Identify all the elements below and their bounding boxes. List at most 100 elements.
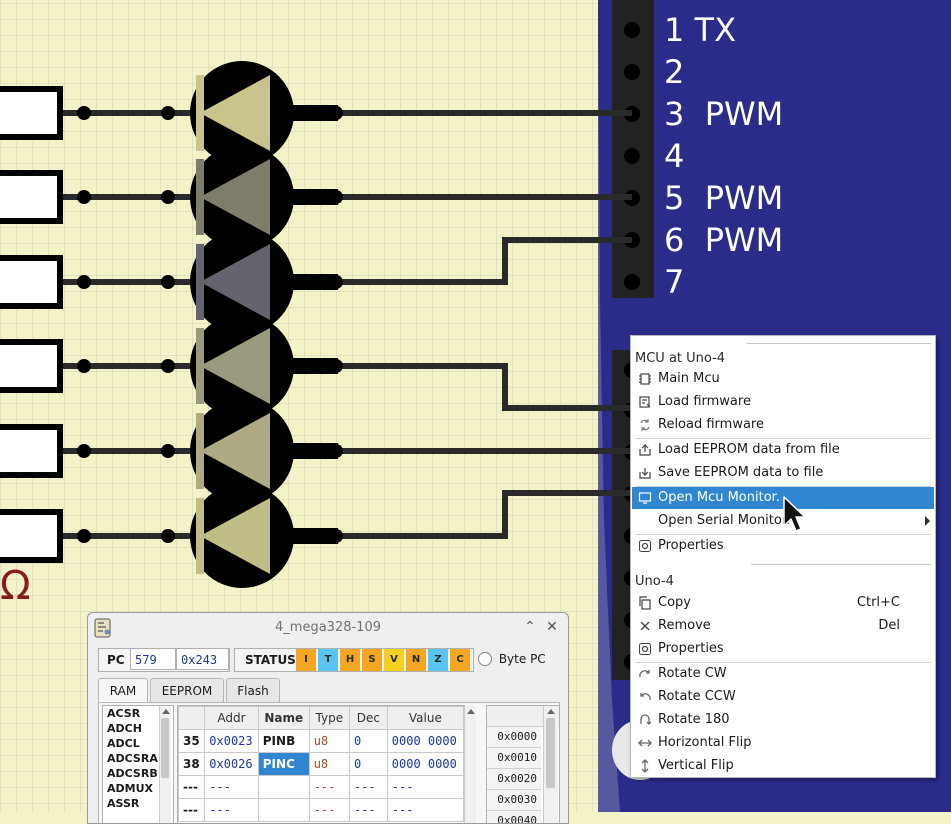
- table-cell-num[interactable]: ---: [178, 798, 206, 822]
- byte-pc-label: Byte PC: [498, 651, 546, 666]
- table-cell-name[interactable]: [257, 775, 310, 799]
- status-flag-T[interactable]: T: [318, 649, 338, 671]
- table-cell-addr[interactable]: ---: [204, 775, 259, 799]
- table-cell-name[interactable]: PINB: [257, 729, 310, 753]
- menu-item-rotate-cw[interactable]: Rotate CW: [632, 663, 934, 685]
- menu-item-vertical-flip[interactable]: Vertical Flip: [632, 755, 934, 777]
- table-header-value[interactable]: Value: [386, 706, 464, 730]
- table-cell-value[interactable]: 0000 0000: [386, 729, 464, 753]
- memory-view[interactable]: 0x0000 0x0010 0x0020 0x0030 0x0040: [486, 705, 560, 823]
- menu-item-reload-firmware[interactable]: Reload firmware: [632, 414, 934, 436]
- pin-label-2: 2: [664, 53, 685, 91]
- table-cell-type[interactable]: ---: [308, 798, 350, 822]
- table-row[interactable]: --- --- --- --- ---: [178, 798, 464, 822]
- menu-item-load-firmware[interactable]: Load firmware: [632, 391, 934, 413]
- context-menu[interactable]: MCU at Uno-4 Main Mcu Load firmware Relo…: [630, 335, 936, 778]
- menu-item-open-mcu-monitor-label: Open Mcu Monitor.: [658, 490, 780, 505]
- memory-address: 0x0000: [487, 727, 541, 748]
- menu-item-rotate-ccw-label: Rotate CCW: [658, 689, 736, 704]
- table-cell-name[interactable]: PINC: [257, 752, 310, 776]
- resistor-5: [0, 509, 63, 563]
- status-flag-H[interactable]: H: [340, 649, 360, 671]
- status-flag-N[interactable]: N: [406, 649, 426, 671]
- header-pin-1: [624, 22, 640, 38]
- table-cell-type[interactable]: u8: [308, 729, 350, 753]
- watch-table-scrollbar[interactable]: [464, 706, 476, 823]
- rotate-180-icon: [640, 714, 652, 725]
- menu-section-mcu-title: MCU at Uno-4: [635, 351, 726, 366]
- status-flag-V[interactable]: V: [384, 649, 404, 671]
- table-cell-addr[interactable]: 0x0023: [204, 729, 259, 753]
- menu-item-horizontal-flip[interactable]: Horizontal Flip: [632, 732, 934, 754]
- menu-section-mcu: MCU at Uno-4: [635, 348, 931, 368]
- minimize-button[interactable]: ⌃: [522, 619, 538, 635]
- byte-pc-toggle[interactable]: Byte PC: [478, 651, 546, 666]
- memory-view-scrollbar[interactable]: [543, 706, 558, 823]
- memory-address: 0x0040: [487, 811, 541, 823]
- table-header-type[interactable]: Type: [308, 706, 350, 730]
- table-cell-dec[interactable]: 0: [348, 729, 388, 753]
- menu-item-component-properties-label: Properties: [658, 641, 724, 656]
- table-header-index[interactable]: [178, 706, 206, 730]
- table-cell-value[interactable]: 0000 0000: [386, 752, 464, 776]
- table-header-addr[interactable]: Addr: [204, 706, 259, 730]
- window-title: 4_mega328-109: [275, 620, 381, 635]
- pc-dec-field[interactable]: 579: [130, 648, 176, 670]
- table-cell-type[interactable]: u8: [308, 752, 350, 776]
- close-button[interactable]: ✕: [544, 619, 560, 635]
- table-cell-num[interactable]: ---: [178, 775, 206, 799]
- monitor-icon: [638, 492, 652, 504]
- status-flag-I[interactable]: I: [296, 649, 316, 671]
- pc-hex-field[interactable]: 0x243: [176, 648, 229, 670]
- tab-flash[interactable]: Flash: [226, 678, 280, 703]
- table-cell-num[interactable]: 38: [178, 752, 206, 776]
- resistor-0: [0, 86, 63, 140]
- mcu-monitor-window[interactable]: 4_mega328-109 ⌃ ✕ PC 579 0x243 STATUS IT…: [87, 612, 569, 824]
- table-cell-value[interactable]: ---: [386, 775, 464, 799]
- menu-item-reload-firmware-label: Reload firmware: [658, 417, 764, 432]
- table-cell-addr[interactable]: 0x0026: [204, 752, 259, 776]
- menu-item-copy-label: Copy: [658, 595, 691, 610]
- table-row[interactable]: --- --- --- --- ---: [178, 775, 464, 799]
- pin-label-3: 3 PWM: [664, 95, 784, 133]
- menu-section-component: Uno-4: [635, 564, 931, 591]
- shortcut-remove: Del: [878, 618, 900, 633]
- menu-item-mcu-properties-label: Properties: [658, 538, 724, 553]
- mouse-cursor-icon: [783, 496, 806, 532]
- tab-ram[interactable]: RAM: [98, 678, 148, 703]
- pin-label-1: 1 TX: [664, 11, 736, 49]
- menu-item-main-mcu[interactable]: Main Mcu: [632, 368, 934, 390]
- tab-eeprom[interactable]: EEPROM: [150, 678, 224, 703]
- table-cell-dec[interactable]: ---: [348, 775, 388, 799]
- menu-item-save-eeprom[interactable]: Save EEPROM data to file: [632, 462, 934, 484]
- menu-item-rotate-180[interactable]: Rotate 180: [632, 709, 934, 731]
- status-flag-C[interactable]: C: [450, 649, 470, 671]
- menu-item-component-properties[interactable]: Properties: [632, 638, 934, 660]
- table-cell-dec[interactable]: 0: [348, 752, 388, 776]
- shortcut-copy: Ctrl+C: [856, 595, 900, 610]
- table-cell-num[interactable]: 35: [178, 729, 206, 753]
- table-cell-addr[interactable]: ---: [204, 798, 259, 822]
- table-cell-type[interactable]: ---: [308, 775, 350, 799]
- register-list-scrollbar[interactable]: [159, 706, 171, 823]
- table-cell-name[interactable]: [257, 798, 310, 822]
- status-flag-S[interactable]: S: [362, 649, 382, 671]
- table-header-dec[interactable]: Dec: [348, 706, 388, 730]
- menu-item-open-serial-monitor-label: Open Serial Monitor.: [658, 513, 791, 528]
- menu-item-mcu-properties[interactable]: Properties: [632, 535, 934, 557]
- table-cell-value[interactable]: ---: [386, 798, 464, 822]
- watch-table[interactable]: Addr Name Type Dec Value 35 0x0023 PINB u8 0 0000 …: [177, 705, 465, 823]
- byte-pc-radio[interactable]: [478, 651, 492, 666]
- memory-address: 0x0020: [487, 769, 541, 790]
- menu-item-remove[interactable]: Remove Del: [632, 615, 934, 637]
- status-flag-Z[interactable]: Z: [428, 649, 448, 671]
- menu-item-rotate-ccw[interactable]: Rotate CCW: [632, 686, 934, 708]
- table-row[interactable]: 35 0x0023 PINB u8 0 0000 0000: [178, 729, 464, 753]
- table-row[interactable]: 38 0x0026 PINC u8 0 0000 0000: [178, 752, 464, 776]
- menu-item-copy[interactable]: Copy Ctrl+C: [632, 592, 934, 614]
- table-header-name[interactable]: Name: [257, 706, 310, 730]
- vflip-icon: [641, 759, 649, 773]
- menu-item-vertical-flip-label: Vertical Flip: [658, 758, 734, 773]
- table-cell-dec[interactable]: ---: [348, 798, 388, 822]
- menu-item-load-eeprom[interactable]: Load EEPROM data from file: [632, 439, 934, 461]
